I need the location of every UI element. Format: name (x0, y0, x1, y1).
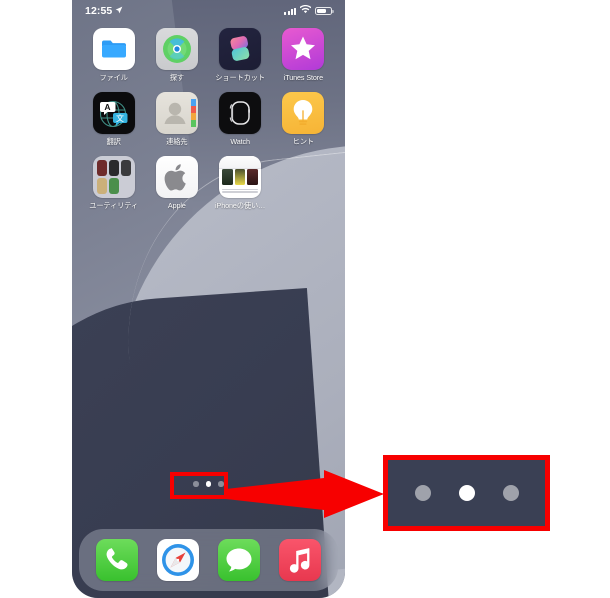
utilities-folder-icon (92, 156, 135, 198)
mini-icon (108, 178, 119, 194)
guide-thumb (222, 168, 233, 185)
app-item-apple[interactable]: Apple (145, 156, 208, 211)
messages-icon[interactable] (217, 539, 260, 581)
guide-thumb (247, 168, 259, 185)
guide-thumbnails (222, 168, 259, 185)
apple-icon (155, 156, 198, 198)
folder-mini-grid (96, 160, 131, 194)
safari-icon[interactable] (157, 539, 200, 581)
app-row: ファイル 探す ショートカット iTunes Store (82, 28, 335, 83)
itunes-store-icon (282, 28, 325, 70)
callout-dot-3 (502, 485, 519, 501)
page-dots-magnified-callout (383, 455, 550, 531)
files-icon (92, 28, 135, 70)
app-label: ユーティリティ (89, 201, 138, 210)
app-label: ファイル (99, 73, 128, 82)
app-label: 翻訳 (106, 137, 121, 146)
cellular-signal-icon (284, 7, 296, 15)
app-label: 探す (169, 73, 184, 82)
app-label: iPhoneの使い… (215, 201, 266, 210)
right-arrow-annotation (226, 470, 384, 518)
page-dots-highlight-box (170, 472, 228, 499)
app-label: Watch (230, 137, 250, 146)
app-row: ユーティリティ Apple iPhoneの使い… (82, 156, 335, 211)
app-label: ショートカット (215, 73, 265, 82)
app-item-utilities-folder[interactable]: ユーティリティ (82, 156, 145, 211)
svg-text:文: 文 (116, 113, 124, 123)
find-my-icon (155, 28, 198, 70)
guide-header (219, 156, 262, 169)
status-bar-right (284, 4, 334, 17)
guide-thumb (234, 168, 246, 185)
app-label: iTunes Store (283, 73, 324, 82)
app-item-iphone-guide[interactable]: iPhoneの使い… (209, 156, 272, 211)
guide-text-lines (222, 188, 259, 194)
watch-icon (219, 92, 262, 134)
app-item-contacts[interactable]: 連絡先 (145, 92, 208, 147)
app-item-watch[interactable]: Watch (209, 92, 272, 147)
wifi-icon (299, 4, 312, 17)
dock (79, 529, 338, 591)
music-icon[interactable] (278, 539, 321, 581)
iphone-guide-icon (219, 156, 262, 198)
location-arrow-icon (115, 5, 123, 17)
app-label: ヒント (292, 137, 314, 146)
battery-icon (315, 6, 334, 16)
tips-icon (282, 92, 325, 134)
callout-dot-1 (414, 485, 431, 501)
svg-text:A: A (104, 102, 110, 112)
mini-icon (120, 160, 131, 176)
translate-icon: A 文 (92, 92, 135, 134)
app-item-files[interactable]: ファイル (82, 28, 145, 83)
app-item-shortcuts[interactable]: ショートカット (209, 28, 272, 83)
app-item-tips[interactable]: ヒント (272, 92, 335, 147)
status-bar-left: 12:55 (85, 5, 123, 17)
mini-icon (108, 160, 119, 176)
app-row: A 文 翻訳 連絡先 Watch ヒント (82, 92, 335, 147)
app-item-translate[interactable]: A 文 翻訳 (82, 92, 145, 147)
status-time: 12:55 (85, 5, 113, 17)
app-item-itunes-store[interactable]: iTunes Store (272, 28, 335, 83)
mini-icon (96, 178, 107, 194)
app-label: Apple (167, 201, 186, 210)
app-label: 連絡先 (166, 137, 188, 146)
mini-icon (121, 178, 131, 194)
app-item-find-my[interactable]: 探す (145, 28, 208, 83)
callout-dot-2-active (458, 485, 475, 501)
status-bar: 12:55 (72, 0, 345, 22)
mini-icon (96, 160, 107, 176)
contacts-icon (155, 92, 198, 134)
phone-icon[interactable] (96, 539, 139, 581)
app-grid: ファイル 探す ショートカット iTunes Store A 文 翻訳 連絡先 … (72, 28, 345, 220)
shortcuts-icon (219, 28, 262, 70)
